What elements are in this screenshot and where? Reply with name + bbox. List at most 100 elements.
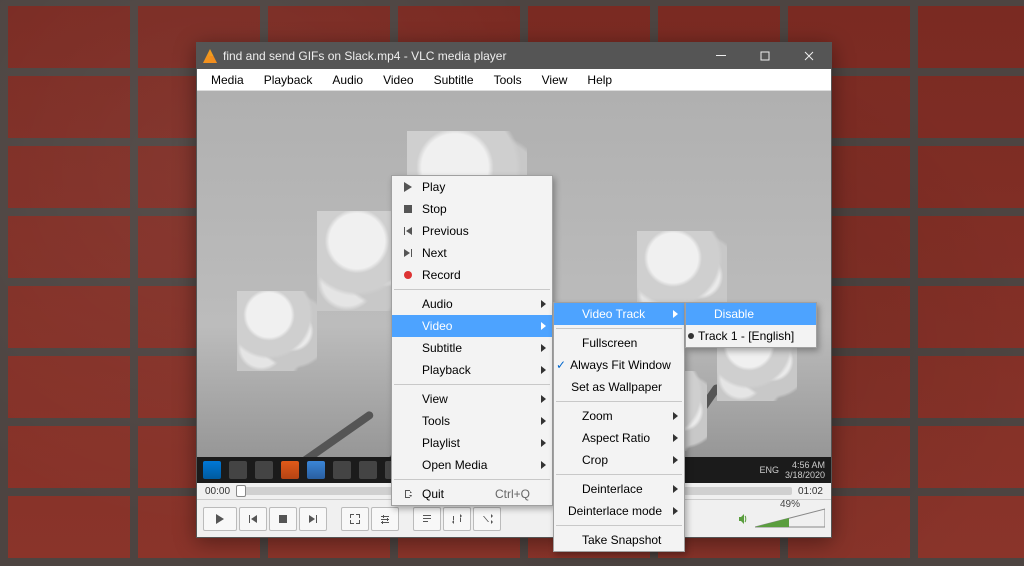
start-icon[interactable] <box>203 461 221 479</box>
menu-item-fullscreen[interactable]: Fullscreen <box>554 332 684 354</box>
menu-item-always-fit-window[interactable]: ✓Always Fit Window <box>554 354 684 376</box>
submenu-arrow-icon <box>673 412 678 420</box>
shuffle-button[interactable] <box>473 507 501 531</box>
menu-item-play[interactable]: Play <box>392 176 552 198</box>
menu-item-audio[interactable]: Audio <box>392 293 552 315</box>
task-icon[interactable] <box>229 461 247 479</box>
check-icon: ✓ <box>556 358 566 372</box>
menu-item-label: Stop <box>418 202 447 216</box>
loop-button[interactable] <box>443 507 471 531</box>
menu-item-open-media[interactable]: Open Media <box>392 454 552 476</box>
menubar: Media Playback Audio Video Subtitle Tool… <box>197 69 831 91</box>
menu-item-label: Previous <box>418 224 469 238</box>
task-icon[interactable] <box>281 461 299 479</box>
fullscreen-button[interactable] <box>341 507 369 531</box>
task-icon[interactable] <box>359 461 377 479</box>
menu-item-label: Disable <box>710 307 754 321</box>
menu-item-label: Always Fit Window <box>566 358 671 372</box>
close-button[interactable] <box>787 43 831 69</box>
submenu-arrow-icon <box>673 507 678 515</box>
menu-help[interactable]: Help <box>577 69 622 90</box>
submenu-arrow-icon <box>541 344 546 352</box>
menu-item-label: Zoom <box>578 409 613 423</box>
menu-item-tools[interactable]: Tools <box>392 410 552 432</box>
menu-item-label: Deinterlace <box>578 482 643 496</box>
volume-slider[interactable]: 49% <box>755 507 825 531</box>
next-button[interactable] <box>299 507 327 531</box>
submenu-arrow-icon <box>541 300 546 308</box>
stop-button[interactable] <box>269 507 297 531</box>
menu-item-label: Deinterlace mode <box>564 504 662 518</box>
menu-item-label: Play <box>418 180 445 194</box>
menu-item-video-track[interactable]: Video Track <box>554 303 684 325</box>
submenu-arrow-icon <box>541 439 546 447</box>
context-menu: Play Stop Previous Next Record AudioVideoSubt… <box>391 175 553 506</box>
maximize-button[interactable] <box>743 43 787 69</box>
speaker-icon[interactable] <box>737 512 751 526</box>
menu-item-disable[interactable]: Disable <box>686 303 816 325</box>
menu-item-quit[interactable]: Quit Ctrl+Q <box>392 483 552 505</box>
prev-icon <box>398 226 418 236</box>
next-icon <box>398 248 418 258</box>
menu-view[interactable]: View <box>532 69 578 90</box>
menu-item-playback[interactable]: Playback <box>392 359 552 381</box>
menu-item-label: Playback <box>418 363 471 377</box>
menu-item-label: Set as Wallpaper <box>567 380 662 394</box>
submenu-arrow-icon <box>541 417 546 425</box>
menu-item-label: Crop <box>578 453 608 467</box>
prev-button[interactable] <box>239 507 267 531</box>
menu-item-label: Aspect Ratio <box>578 431 650 445</box>
menu-item-deinterlace[interactable]: Deinterlace <box>554 478 684 500</box>
menu-tools[interactable]: Tools <box>484 69 532 90</box>
menu-item-label: Open Media <box>418 458 487 472</box>
menu-item-label: Record <box>418 268 461 282</box>
time-current: 00:00 <box>205 486 230 497</box>
vlc-cone-icon <box>203 49 217 63</box>
task-icon[interactable] <box>255 461 273 479</box>
menu-item-playlist[interactable]: Playlist <box>392 432 552 454</box>
menu-item-deinterlace-mode[interactable]: Deinterlace mode <box>554 500 684 522</box>
menu-shortcut: Ctrl+Q <box>465 487 530 501</box>
menu-item-label: Playlist <box>418 436 460 450</box>
menu-item-next[interactable]: Next <box>392 242 552 264</box>
menu-item-view[interactable]: View <box>392 388 552 410</box>
menu-item-label: Track 1 - [English] <box>694 329 794 343</box>
task-icon[interactable] <box>307 461 325 479</box>
menu-media[interactable]: Media <box>201 69 254 90</box>
menu-subtitle[interactable]: Subtitle <box>424 69 484 90</box>
menu-item-subtitle[interactable]: Subtitle <box>392 337 552 359</box>
menu-item-set-as-wallpaper[interactable]: Set as Wallpaper <box>554 376 684 398</box>
menu-item-track-1-english-[interactable]: Track 1 - [English] <box>686 325 816 347</box>
quit-icon <box>398 489 418 499</box>
seek-knob[interactable] <box>236 485 246 497</box>
tray-date: 3/18/2020 <box>785 470 825 480</box>
menu-item-label: Video Track <box>578 307 645 321</box>
menu-item-crop[interactable]: Crop <box>554 449 684 471</box>
menu-item-zoom[interactable]: Zoom <box>554 405 684 427</box>
minimize-button[interactable] <box>699 43 743 69</box>
video-submenu: Video Track Fullscreen ✓Always Fit Window S… <box>553 302 685 552</box>
menu-item-label: View <box>418 392 448 406</box>
window-title: find and send GIFs on Slack.mp4 - VLC me… <box>223 49 699 63</box>
menu-item-label: Fullscreen <box>578 336 637 350</box>
play-button[interactable] <box>203 507 237 531</box>
stop-icon <box>398 204 418 214</box>
menu-item-take-snapshot[interactable]: Take Snapshot <box>554 529 684 551</box>
submenu-arrow-icon <box>541 461 546 469</box>
menu-item-label: Quit <box>418 487 444 501</box>
menu-audio[interactable]: Audio <box>322 69 373 90</box>
menu-item-aspect-ratio[interactable]: Aspect Ratio <box>554 427 684 449</box>
menu-item-video[interactable]: Video <box>392 315 552 337</box>
menu-item-label: Tools <box>418 414 450 428</box>
menu-playback[interactable]: Playback <box>254 69 323 90</box>
playlist-button[interactable] <box>413 507 441 531</box>
play-icon <box>398 182 418 192</box>
menu-item-record[interactable]: Record <box>392 264 552 286</box>
task-icon[interactable] <box>333 461 351 479</box>
menu-video[interactable]: Video <box>373 69 423 90</box>
titlebar[interactable]: find and send GIFs on Slack.mp4 - VLC me… <box>197 43 831 69</box>
menu-item-previous[interactable]: Previous <box>392 220 552 242</box>
ext-settings-button[interactable] <box>371 507 399 531</box>
menu-item-stop[interactable]: Stop <box>392 198 552 220</box>
tray-lang[interactable]: ENG <box>759 465 779 475</box>
